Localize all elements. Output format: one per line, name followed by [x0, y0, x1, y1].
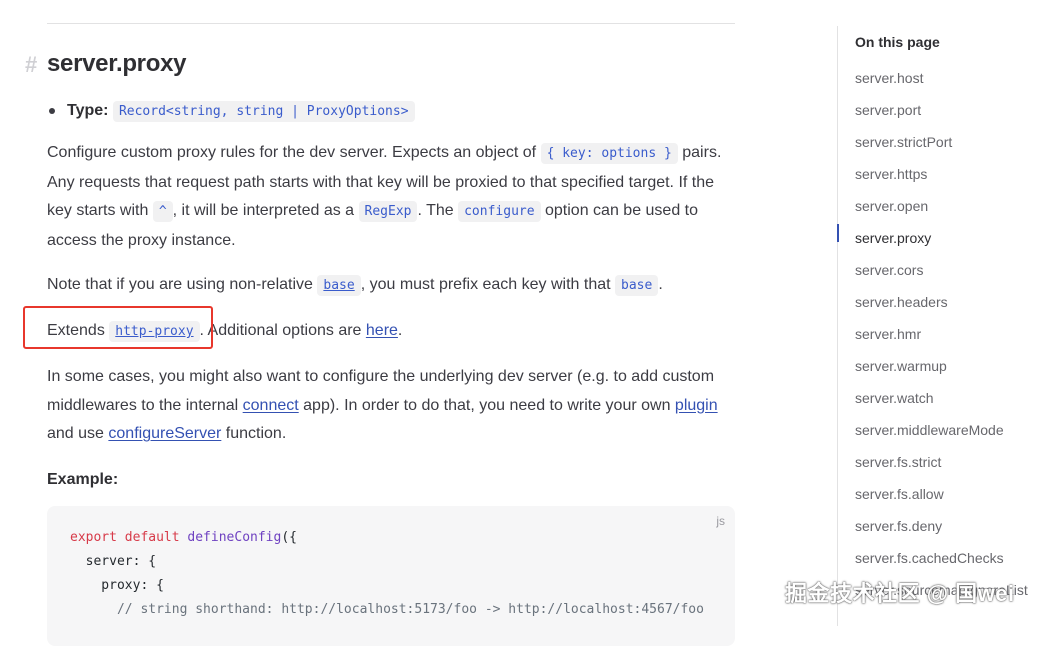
top-divider [47, 23, 735, 24]
code-function: defineConfig [187, 530, 282, 545]
code-text: ({ [281, 530, 297, 545]
outline-item[interactable]: server.hmr [855, 318, 1028, 350]
outline-item[interactable]: server.fs.allow [855, 478, 1028, 510]
outline-item[interactable]: server.port [855, 94, 1028, 126]
inline-code: configure [458, 201, 541, 222]
watermark: 掘金技术社区 @ 国wei [785, 581, 1015, 606]
type-line: Type: Record<string, string | ProxyOptio… [67, 99, 415, 124]
text: . [397, 322, 403, 339]
outline-item[interactable]: server.fs.deny [855, 510, 1028, 542]
type-value-code: Record<string, string | ProxyOptions> [112, 101, 415, 122]
outline-active-marker [837, 224, 839, 242]
description-paragraph: Configure custom proxy rules for the dev… [47, 139, 737, 255]
code-text: proxy: { [70, 578, 164, 593]
text: , it will be interpreted as a [172, 202, 359, 219]
example-label: Example: [47, 471, 119, 488]
outline-item[interactable]: server.host [855, 62, 1028, 94]
outline-item[interactable]: server.https [855, 158, 1028, 190]
outline-item[interactable]: server.open [855, 190, 1028, 222]
middleware-paragraph: In some cases, you might also want to co… [47, 363, 737, 449]
inline-code: RegExp [358, 201, 418, 222]
red-highlight-box [23, 306, 213, 349]
list-bullet [49, 108, 55, 114]
text: . [658, 276, 663, 293]
text: . The [417, 202, 459, 219]
outline-item[interactable]: server.fs.strict [855, 446, 1028, 478]
text: , you must prefix each key with that [360, 276, 616, 293]
outline-title: On this page [855, 34, 940, 50]
outline-item[interactable]: server.strictPort [855, 126, 1028, 158]
base-note-paragraph: Note that if you are using non-relative … [47, 271, 737, 301]
text: Configure custom proxy rules for the dev… [47, 144, 541, 161]
outline-list: server.host server.port server.strictPort s… [855, 62, 1028, 606]
text: . Additional options are [199, 322, 366, 339]
inline-code: base [615, 275, 659, 296]
code-block: js export default defineConfig({ server:… [47, 506, 735, 646]
code-content: export default defineConfig({ server: { … [70, 526, 704, 622]
inline-code: { key: options } [540, 143, 678, 164]
text: and use [47, 425, 109, 442]
type-label: Type: [67, 102, 109, 119]
code-text: server: { [70, 554, 157, 569]
outline-item[interactable]: server.cors [855, 254, 1028, 286]
heading-anchor-link[interactable]: # [25, 52, 37, 78]
connect-link[interactable]: connect [243, 397, 299, 414]
page-title: server.proxy [47, 50, 187, 77]
code-language-label: js [716, 514, 725, 528]
outline-item[interactable]: server.warmup [855, 350, 1028, 382]
inline-code: ^ [152, 201, 173, 222]
here-link[interactable]: here [366, 322, 398, 339]
text: app). In order to do that, you need to w… [298, 396, 675, 414]
plugin-link[interactable]: plugin [675, 397, 718, 414]
outline-item[interactable]: server.watch [855, 382, 1028, 414]
outline-item[interactable]: server.fs.cachedChecks [855, 542, 1028, 574]
code-comment: // string shorthand: http://localhost:51… [70, 602, 704, 617]
text: function. [221, 425, 287, 442]
outline-item[interactable]: server.headers [855, 286, 1028, 318]
outline-item[interactable]: server.middlewareMode [855, 414, 1028, 446]
configure-server-link[interactable]: configureServer [108, 425, 221, 442]
text: Note that if you are using non-relative [47, 276, 318, 293]
base-link-code[interactable]: base [317, 275, 361, 296]
outline-item[interactable]: server.proxy [855, 222, 1028, 254]
outline-divider [837, 26, 838, 626]
code-keyword: export default [70, 530, 180, 545]
